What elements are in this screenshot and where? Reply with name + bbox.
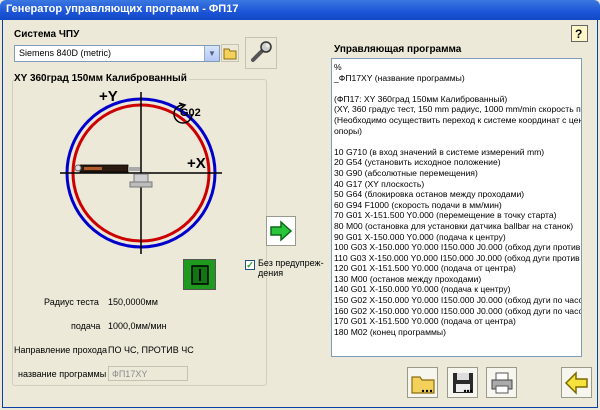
- print-button[interactable]: [486, 367, 517, 398]
- radius-label: Радиус теста: [44, 297, 99, 307]
- direction-value: ПО ЧС, ПРОТИВ ЧС: [108, 345, 194, 355]
- floppy-disk-icon: [452, 372, 473, 393]
- folder-open-icon: [410, 375, 435, 394]
- folder-icon: [223, 48, 237, 60]
- start-icon: [190, 264, 209, 285]
- program-line: (XY, 360 градус тест, 150 mm радиус, 100…: [334, 104, 582, 115]
- cnc-select-value: Siemens 840D (metric): [19, 48, 112, 58]
- gcode-label: G02: [180, 107, 201, 119]
- generate-button[interactable]: [266, 216, 296, 246]
- feed-value: 1000,0мм/мин: [108, 321, 167, 331]
- save-button[interactable]: [447, 367, 478, 398]
- program-label: Управляющая программа: [334, 44, 462, 55]
- help-button[interactable]: ?: [571, 25, 588, 42]
- printer-icon: [491, 372, 512, 393]
- program-line: 60 G94 F1000 (скорость подачи в мм/мин): [334, 199, 502, 210]
- cnc-select[interactable]: Siemens 840D (metric) ▼: [14, 45, 220, 62]
- no-warnings-checkbox[interactable]: ✓: [245, 260, 255, 270]
- program-line: 80 M00 (остановка для установки датчика …: [334, 220, 574, 231]
- open-file-button[interactable]: [407, 367, 438, 398]
- back-button[interactable]: [561, 367, 592, 398]
- program-line: 100 G03 X-150.000 Y0.000 I150.000 J0.000…: [334, 242, 581, 253]
- no-warnings-label-2: дения: [258, 268, 284, 278]
- program-line: 30 G90 (абсолютные перемещения): [334, 167, 478, 178]
- program-line: 150 G02 X-150.000 Y0.000 I150.000 J0.000…: [334, 295, 581, 306]
- program-name-label: название программы: [18, 369, 107, 379]
- radius-value: 150,0000мм: [108, 297, 158, 307]
- program-text[interactable]: % _ФП17XY (название программы) (ФП17: XY …: [331, 58, 582, 357]
- no-warnings-label-1: Без предупреж-: [258, 258, 324, 268]
- chevron-down-icon[interactable]: ▼: [204, 46, 219, 61]
- program-line: 70 G01 X-151.500 Y0.000 (перемещение в т…: [334, 210, 557, 221]
- y-axis-label: +Y: [99, 88, 118, 105]
- program-line: 170 G01 X-151.500 Y0.000 (подача от цент…: [334, 316, 516, 327]
- wrench-icon: [251, 41, 272, 62]
- program-line: 50 G64 (блокировка останов между прохода…: [334, 189, 525, 200]
- settings-button[interactable]: [245, 37, 277, 69]
- program-line: 20 G54 (установить исходное положение): [334, 157, 501, 168]
- program-line: %: [334, 62, 342, 72]
- program-line: 180 M02 (конец программы): [334, 326, 446, 337]
- program-line: опоры): [334, 125, 363, 136]
- program-line: 10 G710 (в вход значений в системе измер…: [334, 146, 545, 157]
- x-axis-label: +X: [187, 155, 206, 172]
- program-line: [334, 136, 579, 147]
- test-title: XY 360град 150мм Калиброванный: [14, 73, 189, 84]
- arrow-left-icon: [564, 370, 588, 395]
- cnc-label: Система ЧПУ: [14, 29, 80, 40]
- program-line: 40 G17 (XY плоскость): [334, 178, 425, 189]
- start-button[interactable]: [183, 259, 216, 290]
- program-line: (ФП17: XY 360град 150мм Калиброванный): [334, 93, 508, 104]
- program-line: [334, 83, 579, 94]
- help-icon: ?: [575, 27, 582, 41]
- program-line: 90 G01 X-150.000 Y0.000 (подача к центру…: [334, 231, 506, 242]
- program-line: (Необходимо осуществить переход к систем…: [334, 114, 582, 125]
- program-line: 120 G01 X-151.500 Y0.000 (подача от цент…: [334, 263, 516, 274]
- arrow-right-icon: [270, 220, 293, 242]
- program-line: 110 G03 X-150.000 Y0.000 I150.000 J0.000…: [334, 252, 581, 263]
- feed-label: подача: [71, 321, 101, 331]
- program-line: _ФП17XY (название программы): [334, 72, 465, 83]
- program-line: 140 G01 X-150.000 Y0.000 (подача к центр…: [334, 284, 511, 295]
- window-title: Генератор управляющих программ - ФП17: [0, 0, 600, 20]
- open-folder-button[interactable]: [221, 44, 239, 62]
- svg-text:?: ?: [575, 27, 582, 41]
- direction-label: Направление прохода: [14, 345, 107, 355]
- program-line: 130 M00 (останов между проходами): [334, 273, 482, 284]
- program-line: 160 G02 X-150.000 Y0.000 I150.000 J0.000…: [334, 305, 581, 316]
- program-name-field[interactable]: ФП17XY: [108, 366, 188, 381]
